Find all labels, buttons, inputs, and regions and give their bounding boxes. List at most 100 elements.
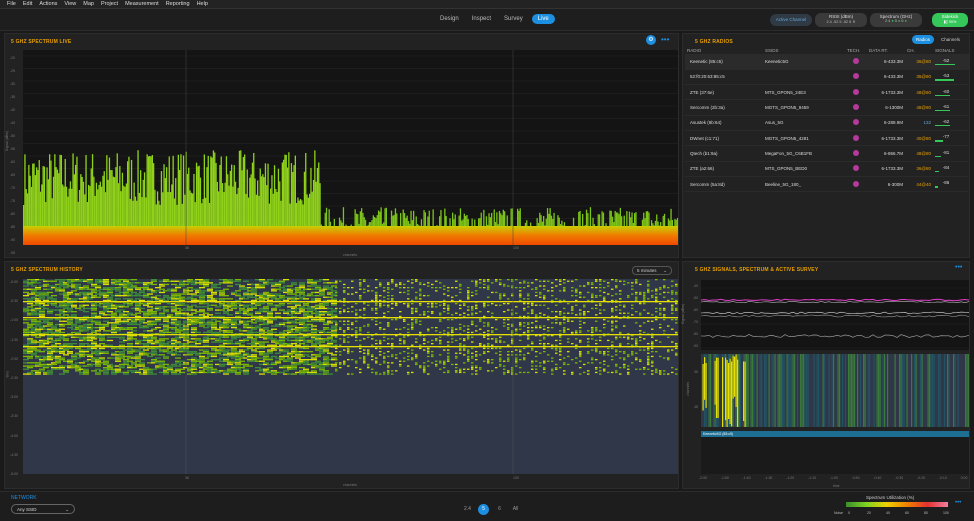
menu-item-view[interactable]: View — [64, 1, 76, 7]
history-cell — [483, 303, 486, 305]
history-cell — [407, 280, 410, 282]
mode-tab-survey[interactable]: Survey — [500, 14, 527, 24]
history-cell — [239, 344, 245, 346]
more-icon[interactable]: ••• — [661, 35, 669, 44]
spectrum-live-plot[interactable] — [23, 50, 678, 245]
history-cell — [171, 309, 177, 311]
history-cell — [287, 330, 293, 332]
chevron-down-icon: ⌄ — [65, 507, 69, 512]
radio-row[interactable]: DWnet (c1:71) MGTS_GPON5_4281 6-1733.3M 40@… — [685, 130, 969, 147]
history-cell — [651, 373, 654, 375]
more-icon[interactable]: ••• — [955, 500, 961, 506]
history-cell — [71, 339, 77, 342]
active-channel-button[interactable]: Active Channel — [770, 14, 812, 26]
radios-col-ch[interactable]: CH. — [905, 47, 933, 54]
band-5[interactable]: 5 — [478, 504, 489, 515]
history-cell — [635, 359, 638, 361]
history-plot[interactable] — [23, 279, 678, 474]
radio-rate: 6-1733.3M — [867, 161, 905, 177]
menu-item-help[interactable]: Help — [197, 1, 208, 7]
radios-col-datart[interactable]: DATA RT. — [867, 47, 905, 54]
more-icon[interactable]: ••• — [955, 264, 962, 271]
radio-row[interactable]: Sercomm (5a:8d) Beeline_5G_180_ 6-300M 44@4… — [685, 176, 969, 193]
history-cell — [391, 362, 394, 364]
mode-tab-inspect[interactable]: Inspect — [468, 14, 495, 24]
sidekick-status[interactable]: Sidekick ▮▯ 90% — [932, 13, 968, 27]
band-2.4[interactable]: 2.4 — [462, 504, 473, 515]
spectrum-toggle[interactable]: Spectrum (GHz) 2.4 ● 5 ● 6 ● — [870, 13, 922, 27]
history-cell — [595, 295, 598, 297]
band-all[interactable]: All — [510, 504, 521, 515]
radios-col-tech[interactable]: TECH. — [845, 47, 867, 54]
history-cell — [391, 338, 394, 340]
history-cell — [607, 285, 610, 287]
close-icon[interactable]: ✕ — [852, 20, 855, 24]
history-cell — [455, 370, 458, 372]
history-cell — [63, 314, 69, 316]
menu-item-map[interactable]: Map — [83, 1, 94, 7]
mode-tab-live[interactable]: Live — [531, 14, 555, 24]
rssi-toggle[interactable]: RSSI (dBm) 2.4 -52 5 -52 6 ✕ — [815, 13, 867, 27]
history-cell — [467, 293, 470, 295]
history-cell — [335, 359, 338, 361]
menu-item-measurement[interactable]: Measurement — [125, 1, 159, 7]
history-cell — [659, 309, 662, 311]
history-cell — [163, 328, 169, 330]
history-cell — [539, 296, 542, 298]
history-cell — [95, 344, 101, 346]
history-cell — [151, 291, 157, 294]
radio-row[interactable]: ZTE (37:6e) MTS_GPON5_24E3 6-1733.3M 48@80-… — [685, 84, 969, 101]
settings-icon[interactable]: ⚙ — [646, 35, 656, 45]
radios-col-radio[interactable]: RADIO — [685, 47, 763, 54]
history-cell — [587, 373, 590, 375]
history-cell — [135, 288, 141, 290]
history-cell — [347, 365, 350, 367]
radio-row[interactable]: Asustek (6b:64) Asus_5G 6-288.9M 132 -62 — [685, 115, 969, 131]
radio-row[interactable]: 52:f0:20:63:85:c5 6-433.3M 36@80 -53 — [685, 69, 969, 86]
history-ytick: -2:00 — [10, 356, 18, 361]
history-cell — [23, 311, 29, 313]
menu-item-file[interactable]: File — [7, 1, 16, 7]
radio-row[interactable]: ZTE (a2:66) MTS_GPON5_BED0 6-1733.3M 36@80-… — [685, 161, 969, 177]
radio-row[interactable]: Keenetic (85:c5) Keenetic5G 6-433.3M 36@80-… — [685, 54, 969, 70]
history-cell — [199, 298, 205, 300]
tab-radios[interactable]: Radios — [912, 35, 935, 44]
mode-tab-design[interactable]: Design — [436, 14, 463, 24]
radios-col-ssids[interactable]: SSIDS — [763, 47, 845, 54]
menu-item-reporting[interactable]: Reporting — [166, 1, 190, 7]
menu-item-project[interactable]: Project — [101, 1, 118, 7]
ssid-select[interactable]: Any SSID ⌄ — [11, 504, 75, 514]
history-range-select[interactable]: 5 minutes ⌄ — [632, 266, 672, 275]
menu-item-edit[interactable]: Edit — [23, 1, 32, 7]
history-cell — [575, 291, 578, 294]
radio-row[interactable]: Sercomm (2b:3a) MGTS_GPON5_9459 6-1300M 48@… — [685, 99, 969, 116]
history-cell — [191, 298, 197, 300]
history-cell — [675, 299, 678, 302]
history-cell — [639, 336, 642, 338]
history-cell — [347, 352, 350, 354]
history-cell — [259, 360, 265, 362]
history-cell — [379, 303, 382, 305]
tab-channels[interactable]: Channels — [937, 35, 964, 44]
signals-line-plot[interactable] — [700, 280, 970, 350]
history-cell — [347, 293, 350, 295]
history-cell — [655, 370, 658, 372]
history-cell — [663, 357, 666, 359]
radio-row[interactable]: Qtech (b1:9a) MegaFon_5G_C6B1FB 6-866.7M 48… — [685, 145, 969, 162]
history-cell — [131, 362, 137, 364]
radios-col-signals[interactable]: SIGNALS — [933, 47, 969, 54]
history-cell — [219, 303, 225, 305]
history-cell — [647, 352, 650, 354]
history-cell — [291, 320, 297, 322]
signals-spectrum-plot[interactable] — [701, 354, 969, 427]
history-cell — [111, 307, 117, 310]
spectrum-column — [816, 354, 818, 427]
history-cell — [59, 336, 65, 338]
band-6[interactable]: 6 — [494, 504, 505, 515]
history-cell — [595, 368, 598, 370]
history-cell — [227, 331, 233, 334]
signals-survey-plot[interactable] — [701, 437, 969, 474]
history-cell — [559, 367, 562, 369]
history-cell — [115, 319, 121, 321]
menu-item-actions[interactable]: Actions — [39, 1, 57, 7]
